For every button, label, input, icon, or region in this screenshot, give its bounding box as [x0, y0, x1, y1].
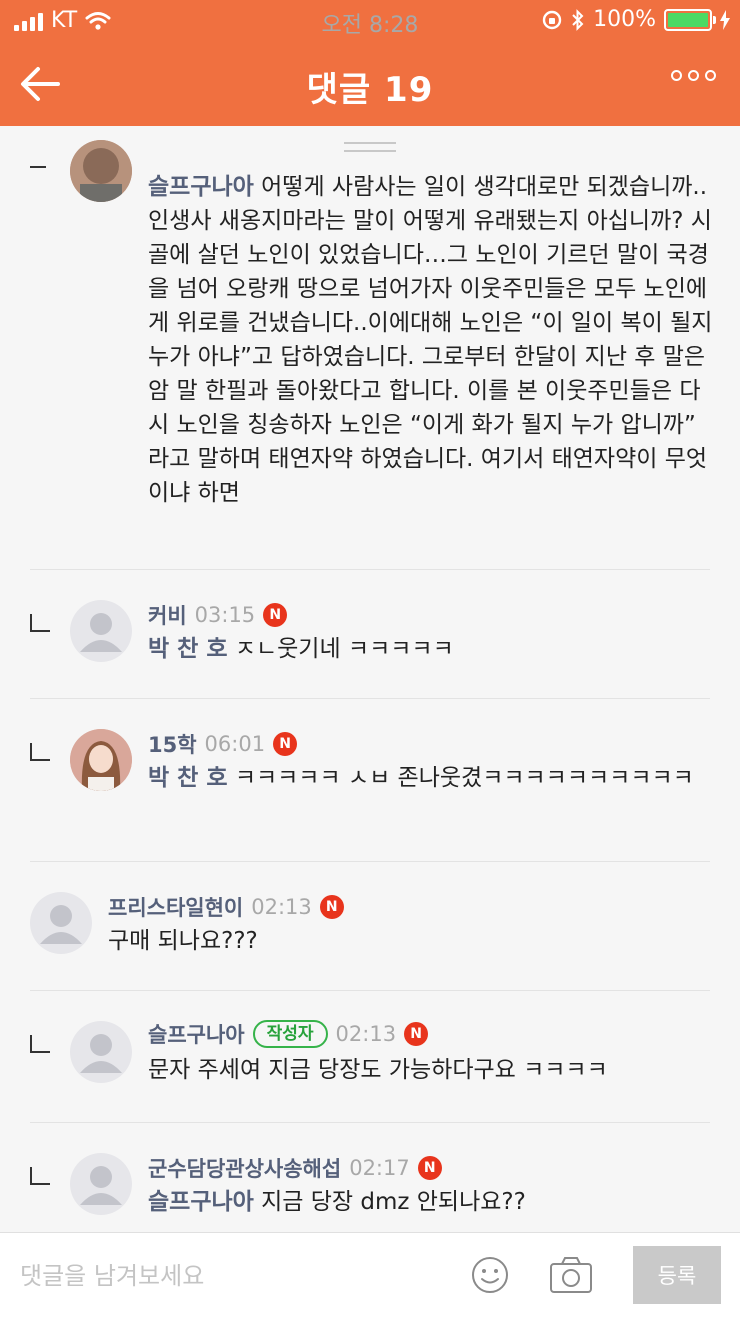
comment-time: 06:01 — [204, 732, 266, 756]
status-bar: KT 오전 8:28 100% — [0, 0, 740, 40]
comment-text: 문자 주세여 지금 당장도 가능하다구요 ㅋㅋㅋㅋ — [148, 1057, 608, 1083]
comment-nickname[interactable]: 커비 — [148, 600, 187, 630]
comment-meta: 프리스타일현이 02:13 N — [108, 892, 344, 922]
new-badge: N — [417, 1156, 442, 1180]
comment-item: 군수담당관상사송해섭 02:17 N 슬프구나아 지금 당장 dmz 안되나요?… — [0, 1123, 740, 1232]
comment-item: 커비 03:15 N 박 찬 호 ㅈㄴ웃기네 ㅋㅋㅋㅋㅋ — [0, 570, 740, 698]
comment-body: 문자 주세여 지금 당장도 가능하다구요 ㅋㅋㅋㅋ — [148, 1053, 714, 1087]
comment-text: 구매 되나요??? — [108, 928, 258, 954]
avatar-photo-icon — [70, 140, 132, 202]
comment-time: 02:13 — [335, 1022, 397, 1046]
avatar[interactable] — [70, 729, 132, 791]
comment-mention[interactable]: 박 찬 호 — [148, 765, 228, 791]
more-dot-icon — [671, 70, 682, 81]
comment-body: 구매 되나요??? — [108, 924, 708, 958]
comment-body: 슬프구나아 어떻게 사람사는 일이 생각대로만 되겠습니까..인생사 새옹지마라… — [148, 170, 714, 510]
comment-text: 지금 당장 dmz 안되나요?? — [261, 1189, 526, 1215]
avatar[interactable] — [30, 892, 92, 954]
comment-meta: 슬프구나아 작성자 02:13 N — [148, 1019, 429, 1049]
more-dot-icon — [688, 70, 699, 81]
comment-nickname[interactable]: 프리스타일현이 — [108, 892, 243, 922]
comment-body: 박 찬 호 ㅋㅋㅋㅋㅋ ㅅㅂ 존나웃겼ㅋㅋㅋㅋㅋㅋㅋㅋㅋㅋ — [148, 761, 714, 795]
comment-nickname[interactable]: 군수담당관상사송해섭 — [148, 1153, 341, 1183]
back-button[interactable] — [18, 62, 62, 106]
comment-text: ㅈㄴ웃기네 ㅋㅋㅋㅋㅋ — [234, 636, 454, 662]
comment-input[interactable] — [0, 1233, 450, 1317]
reply-indicator-icon — [30, 154, 46, 168]
charging-icon — [720, 9, 730, 30]
default-avatar-icon — [40, 905, 82, 944]
more-options-button[interactable] — [671, 70, 716, 81]
reply-indicator-icon — [30, 614, 50, 632]
new-badge: N — [404, 1022, 429, 1046]
comment-text: 어떻게 사람사는 일이 생각대로만 되겠습니까..인생사 새옹지마라는 말이 어… — [148, 174, 713, 506]
comment-input-bar: 등록 — [0, 1232, 740, 1317]
comment-meta: 15학 06:01 N — [148, 729, 298, 759]
new-badge: N — [273, 732, 298, 756]
comment-item: 슬프구나아 어떻게 사람사는 일이 생각대로만 되겠습니까..인생사 새옹지마라… — [0, 126, 740, 570]
page-title: 댓글 19 — [306, 70, 434, 110]
bluetooth-icon — [572, 8, 584, 31]
rotation-lock-icon — [542, 10, 562, 29]
reply-indicator-icon — [30, 743, 50, 761]
new-badge: N — [319, 895, 344, 919]
reply-indicator-icon — [30, 1035, 50, 1053]
battery-icon — [664, 8, 716, 31]
header: 댓글 19 — [0, 40, 740, 126]
author-badge: 작성자 — [252, 1020, 328, 1048]
comment-meta: 커비 03:15 N — [148, 600, 288, 630]
default-avatar-icon — [80, 613, 122, 652]
comment-nickname[interactable]: 슬프구나아 — [148, 1019, 245, 1049]
comment-nickname[interactable]: 15학 — [148, 729, 197, 759]
battery-percent: 100% — [593, 7, 656, 32]
comment-item: 프리스타일현이 02:13 N 구매 되나요??? — [0, 862, 740, 990]
back-arrow-icon — [21, 67, 60, 101]
comment-mention[interactable]: 박 찬 호 — [148, 636, 228, 662]
comment-time: 03:15 — [194, 603, 256, 627]
avatar[interactable] — [70, 600, 132, 662]
avatar[interactable] — [70, 1021, 132, 1083]
comment-mention[interactable]: 슬프구나아 — [148, 1189, 254, 1215]
comment-body: 박 찬 호 ㅈㄴ웃기네 ㅋㅋㅋㅋㅋ — [148, 632, 714, 666]
comment-time: 02:17 — [349, 1156, 410, 1180]
avatar[interactable] — [70, 1153, 132, 1215]
comment-body: 슬프구나아 지금 당장 dmz 안되나요?? — [148, 1185, 714, 1219]
emoji-icon[interactable] — [470, 1255, 510, 1295]
comment-item: 슬프구나아 작성자 02:13 N 문자 주세여 지금 당장도 가능하다구요 ㅋ… — [0, 991, 740, 1121]
default-avatar-icon — [80, 1166, 122, 1205]
default-avatar-icon — [80, 1034, 122, 1073]
reply-indicator-icon — [30, 1167, 50, 1185]
avatar[interactable] — [70, 140, 132, 202]
comment-text: ㅋㅋㅋㅋㅋ ㅅㅂ 존나웃겼ㅋㅋㅋㅋㅋㅋㅋㅋㅋㅋ — [234, 765, 694, 791]
more-dot-icon — [705, 70, 716, 81]
comment-list[interactable]: 슬프구나아 어떻게 사람사는 일이 생각대로만 되겠습니까..인생사 새옹지마라… — [0, 126, 740, 1232]
comment-mention[interactable]: 슬프구나아 — [148, 174, 254, 200]
camera-icon[interactable] — [548, 1255, 594, 1295]
new-badge: N — [263, 603, 288, 627]
comment-time: 02:13 — [251, 895, 312, 919]
avatar-photo-icon — [70, 729, 132, 791]
comment-item: 15학 06:01 N 박 찬 호 ㅋㅋㅋㅋㅋ ㅅㅂ 존나웃겼ㅋㅋㅋㅋㅋㅋㅋㅋㅋ… — [0, 699, 740, 861]
comment-meta: 군수담당관상사송해섭 02:17 N — [148, 1153, 442, 1183]
submit-button[interactable]: 등록 — [633, 1246, 721, 1304]
